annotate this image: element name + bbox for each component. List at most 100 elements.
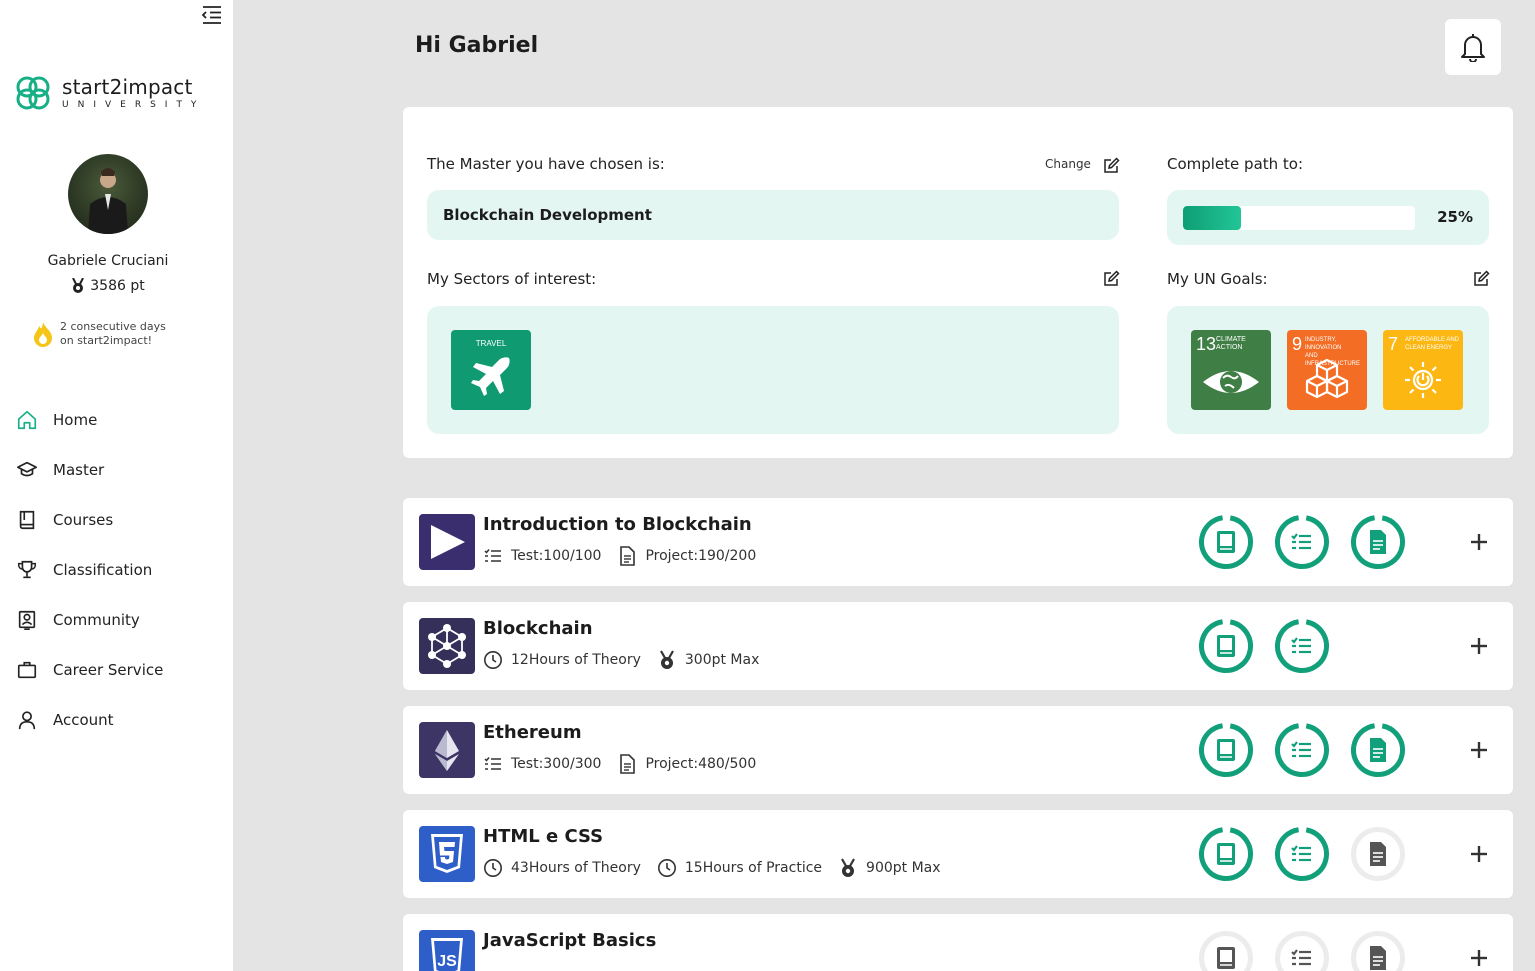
course-meta-text: 12Hours of Theory bbox=[511, 652, 641, 668]
course-row[interactable]: HTML e CSS 43Hours of Theory 15Hours of Pr… bbox=[403, 810, 1513, 898]
expand-plus-icon[interactable] bbox=[1467, 530, 1491, 554]
theory-stage-icon[interactable] bbox=[1198, 618, 1254, 674]
edit-goals-icon[interactable] bbox=[1472, 270, 1490, 288]
nav-item-classification[interactable]: Classification bbox=[0, 545, 233, 595]
test-stage-icon[interactable] bbox=[1274, 514, 1330, 570]
sun-power-icon bbox=[1405, 362, 1441, 398]
sidebar: start2impact UNIVERSITY Gabriele Crucian… bbox=[0, 0, 233, 971]
theory-stage-icon[interactable] bbox=[1198, 930, 1254, 971]
expand-plus-icon[interactable] bbox=[1467, 634, 1491, 658]
course-title[interactable]: Ethereum bbox=[483, 722, 582, 743]
logo[interactable]: start2impact UNIVERSITY bbox=[12, 72, 205, 114]
medal-icon bbox=[838, 858, 858, 878]
project-stage-icon[interactable] bbox=[1350, 514, 1406, 570]
avatar[interactable] bbox=[68, 154, 148, 234]
course-row[interactable]: Blockchain 12Hours of Theory 300pt Max bbox=[403, 602, 1513, 690]
course-meta-item: 15Hours of Practice bbox=[657, 858, 822, 878]
course-meta-text: 15Hours of Practice bbox=[684, 860, 823, 876]
change-master-link[interactable]: Change bbox=[1045, 157, 1091, 171]
master-value: Blockchain Development bbox=[427, 190, 1119, 240]
project-stage-icon[interactable] bbox=[1350, 930, 1406, 971]
brand-name: start2impact bbox=[62, 74, 193, 99]
project-stage-icon[interactable] bbox=[1350, 826, 1406, 882]
streak-info: 2 consecutive days on start2impact! bbox=[32, 320, 166, 348]
test-stage-icon[interactable] bbox=[1274, 826, 1330, 882]
path-progress: 25% bbox=[1167, 190, 1489, 245]
course-meta-item: Project:190/200 bbox=[617, 546, 756, 566]
course-row[interactable]: JS JavaScript Basics bbox=[403, 914, 1513, 971]
course-meta-item: Test:100/100 bbox=[483, 546, 601, 566]
course-title[interactable]: Introduction to Blockchain bbox=[483, 514, 752, 535]
svg-text:JS: JS bbox=[437, 953, 457, 970]
nav-label-account: Account bbox=[53, 711, 114, 729]
sectors-box: TRAVEL bbox=[427, 306, 1119, 434]
trophy-icon bbox=[15, 558, 39, 582]
course-meta: 43Hours of Theory 15Hours of Practice 900p… bbox=[483, 858, 957, 878]
sector-tile-travel[interactable]: TRAVEL bbox=[451, 330, 531, 410]
nav-item-career-service[interactable]: Career Service bbox=[0, 645, 233, 695]
nav-item-courses[interactable]: Courses bbox=[0, 495, 233, 545]
progress-percent: 25% bbox=[1437, 208, 1473, 226]
test-stage-icon[interactable] bbox=[1274, 722, 1330, 778]
book-icon bbox=[15, 508, 39, 532]
nav-item-community[interactable]: Community bbox=[0, 595, 233, 645]
graduation-cap-icon bbox=[15, 458, 39, 482]
course-meta-item: 12Hours of Theory bbox=[483, 650, 641, 670]
course-meta-text: 900pt Max bbox=[866, 860, 941, 876]
sector-caption: TRAVEL bbox=[475, 339, 507, 348]
course-title[interactable]: HTML e CSS bbox=[483, 826, 603, 847]
goal-caption-line1: CLIMATE bbox=[1216, 336, 1246, 343]
course-title[interactable]: JavaScript Basics bbox=[483, 930, 656, 951]
progress-track bbox=[1183, 206, 1415, 230]
nav-label-career-service: Career Service bbox=[53, 661, 164, 679]
course-meta-text: Project:190/200 bbox=[645, 548, 757, 564]
collapse-sidebar-icon[interactable] bbox=[200, 5, 224, 25]
main-nav: Home Master Courses Classification Commu… bbox=[0, 395, 233, 745]
sectors-label: My Sectors of interest: bbox=[427, 270, 597, 288]
logo-mark-icon bbox=[16, 76, 50, 110]
nav-item-account[interactable]: Account bbox=[0, 695, 233, 745]
nav-item-master[interactable]: Master bbox=[0, 445, 233, 495]
course-meta: Test:100/100 Project:190/200 bbox=[483, 546, 772, 566]
user-icon bbox=[15, 708, 39, 732]
eye-globe-icon bbox=[1203, 371, 1259, 393]
project-stage-icon[interactable] bbox=[1350, 722, 1406, 778]
list-icon bbox=[483, 754, 503, 774]
test-stage-icon[interactable] bbox=[1274, 930, 1330, 971]
goal-number: 9 bbox=[1292, 334, 1303, 354]
contact-icon bbox=[15, 608, 39, 632]
test-stage-icon[interactable] bbox=[1274, 618, 1330, 674]
goal-caption: CLIMATE ACTION bbox=[1216, 336, 1246, 352]
goal-tile-9[interactable]: 9 INDUSTRY, INNOVATION AND INFRASTRUCTURE bbox=[1287, 330, 1367, 410]
course-row[interactable]: Introduction to Blockchain Test:100/100 Pr… bbox=[403, 498, 1513, 586]
edit-sectors-icon[interactable] bbox=[1102, 270, 1120, 288]
theory-stage-icon[interactable] bbox=[1198, 722, 1254, 778]
nav-item-home[interactable]: Home bbox=[0, 395, 233, 445]
html5-logo-icon bbox=[419, 826, 475, 882]
course-meta-item: 900pt Max bbox=[838, 858, 941, 878]
expand-plus-icon[interactable] bbox=[1467, 946, 1491, 970]
edit-icon[interactable] bbox=[1102, 157, 1120, 175]
course-meta-text: 43Hours of Theory bbox=[511, 860, 641, 876]
path-label: Complete path to: bbox=[1167, 155, 1304, 173]
page-title: Hi Gabriel bbox=[415, 33, 539, 58]
theory-stage-icon[interactable] bbox=[1198, 514, 1254, 570]
course-meta-item: 300pt Max bbox=[657, 650, 759, 670]
course-row[interactable]: Ethereum Test:300/300 Project:480/500 bbox=[403, 706, 1513, 794]
theory-stage-icon[interactable] bbox=[1198, 826, 1254, 882]
goal-tile-7[interactable]: 7 AFFORDABLE AND CLEAN ENERGY bbox=[1383, 330, 1463, 410]
blockchain-logo-icon bbox=[419, 618, 475, 674]
expand-plus-icon[interactable] bbox=[1467, 842, 1491, 866]
course-meta-item: 43Hours of Theory bbox=[483, 858, 641, 878]
master-label: The Master you have chosen is: bbox=[427, 155, 665, 173]
course-title[interactable]: Blockchain bbox=[483, 618, 593, 639]
goals-box: 13 CLIMATE ACTION 9 INDUSTRY, INNOVATION A… bbox=[1167, 306, 1489, 434]
goal-number: 13 bbox=[1196, 334, 1217, 354]
document-icon bbox=[617, 546, 637, 566]
course-meta: 12Hours of Theory 300pt Max bbox=[483, 650, 775, 670]
notifications-button[interactable] bbox=[1445, 19, 1501, 75]
goal-tile-13[interactable]: 13 CLIMATE ACTION bbox=[1191, 330, 1271, 410]
clock-icon bbox=[657, 858, 677, 878]
goal-caption-line1: AFFORDABLE AND bbox=[1405, 337, 1460, 343]
expand-plus-icon[interactable] bbox=[1467, 738, 1491, 762]
